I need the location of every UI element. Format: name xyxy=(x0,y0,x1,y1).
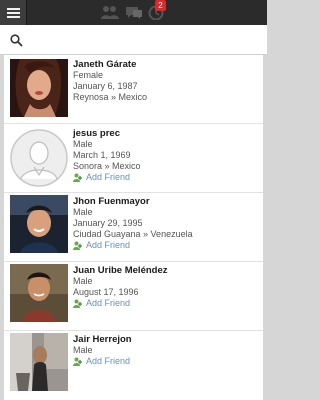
person-birthday: March 1, 1969 xyxy=(73,150,131,160)
person-gender: Male xyxy=(73,207,93,217)
friends-icon[interactable] xyxy=(100,5,120,20)
notification-badge[interactable]: 2 xyxy=(155,0,166,11)
top-bar: 2 xyxy=(0,0,267,25)
person-name[interactable]: Jhon Fuenmayor xyxy=(73,196,193,207)
messages-icon[interactable] xyxy=(125,5,143,20)
avatar[interactable] xyxy=(10,264,68,322)
menu-icon[interactable] xyxy=(0,0,27,25)
person-gender: Male xyxy=(73,139,93,149)
list-item[interactable]: jesus prec Male March 1, 1969 Sonora » M… xyxy=(4,124,263,193)
search-bar xyxy=(0,25,267,55)
person-name[interactable]: Juan Uribe Meléndez xyxy=(73,265,168,276)
avatar[interactable] xyxy=(10,333,68,391)
add-friend-button[interactable]: Add Friend xyxy=(73,172,141,183)
person-location: Sonora » Mexico xyxy=(73,161,141,171)
avatar[interactable] xyxy=(10,129,68,187)
search-input[interactable] xyxy=(28,30,258,50)
add-friend-button[interactable]: Add Friend xyxy=(73,298,168,309)
add-friend-button[interactable]: Add Friend xyxy=(73,356,132,367)
list-item[interactable]: Janeth Gárate Female January 6, 1987 Rey… xyxy=(4,55,263,124)
person-birthday: August 17, 1996 xyxy=(73,287,139,297)
add-friend-icon xyxy=(73,357,82,366)
search-icon xyxy=(10,34,23,47)
person-birthday: January 6, 1987 xyxy=(73,81,138,91)
person-location: Reynosa » Mexico xyxy=(73,92,148,102)
person-gender: Male xyxy=(73,276,93,286)
add-friend-icon xyxy=(73,241,82,250)
person-name[interactable]: Janeth Gárate xyxy=(73,59,147,70)
person-name[interactable]: Jair Herrejon xyxy=(73,334,132,345)
add-friend-label: Add Friend xyxy=(86,172,131,182)
list-item[interactable]: Jair Herrejon Male Add Friend xyxy=(4,331,263,400)
add-friend-icon xyxy=(73,173,82,182)
person-name[interactable]: jesus prec xyxy=(73,128,141,139)
person-location: Ciudad Guayana » Venezuela xyxy=(73,229,193,239)
add-friend-label: Add Friend xyxy=(86,240,131,250)
person-birthday: January 29, 1995 xyxy=(73,218,143,228)
avatar[interactable] xyxy=(10,59,68,117)
person-gender: Male xyxy=(73,345,93,355)
add-friend-label: Add Friend xyxy=(86,298,131,308)
list-item[interactable]: Jhon Fuenmayor Male January 29, 1995 Ciu… xyxy=(4,193,263,262)
add-friend-button[interactable]: Add Friend xyxy=(73,240,193,251)
add-friend-label: Add Friend xyxy=(86,356,131,366)
person-gender: Female xyxy=(73,70,104,80)
add-friend-icon xyxy=(73,299,82,308)
avatar[interactable] xyxy=(10,195,68,253)
people-list: Janeth Gárate Female January 6, 1987 Rey… xyxy=(4,55,263,400)
list-item[interactable]: Juan Uribe Meléndez Male August 17, 1996… xyxy=(4,262,263,331)
